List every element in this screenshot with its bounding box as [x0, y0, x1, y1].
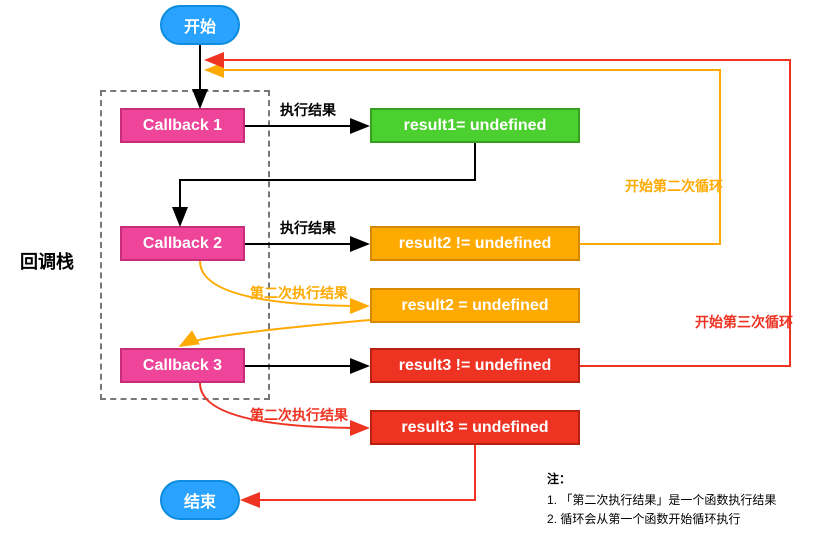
loop2-label: 开始第二次循环 [625, 176, 723, 196]
stack-label: 回调栈 [20, 248, 74, 274]
result-2a: result2 != undefined [370, 226, 580, 261]
result-1: result1= undefined [370, 108, 580, 143]
note-1: 1. 「第二次执行结果」是一个函数执行结果 [547, 491, 776, 510]
callback-3: Callback 3 [120, 348, 245, 383]
result-3b: result3 = undefined [370, 410, 580, 445]
diagram-canvas: 回调栈 开始 结束 Callback 1 Callback 2 Callback… [0, 0, 826, 538]
second-exec-a: 第二次执行结果 [250, 283, 348, 303]
note-2: 2. 循环会从第一个函数开始循环执行 [547, 510, 776, 529]
r2b-text: result2 = undefined [401, 297, 548, 315]
result-2b: result2 = undefined [370, 288, 580, 323]
r3a-text: result3 != undefined [399, 357, 551, 375]
callback-1: Callback 1 [120, 108, 245, 143]
end-node: 结束 [160, 480, 240, 520]
cb2-text: Callback 2 [143, 235, 222, 253]
notes-title: 注： [547, 470, 776, 489]
cb1-text: Callback 1 [143, 117, 222, 135]
exec-label-2: 执行结果 [280, 218, 336, 238]
callback-2: Callback 2 [120, 226, 245, 261]
loop3-label: 开始第三次循环 [695, 312, 793, 332]
start-node: 开始 [160, 5, 240, 45]
result-3a: result3 != undefined [370, 348, 580, 383]
r1-text: result1= undefined [404, 117, 547, 135]
notes-block: 注： 1. 「第二次执行结果」是一个函数执行结果 2. 循环会从第一个函数开始循… [547, 470, 776, 530]
end-text: 结束 [184, 488, 216, 512]
second-exec-b: 第二次执行结果 [250, 405, 348, 425]
start-text: 开始 [184, 13, 216, 37]
r3b-text: result3 = undefined [401, 419, 548, 437]
r2a-text: result2 != undefined [399, 235, 551, 253]
exec-label-1: 执行结果 [280, 100, 336, 120]
cb3-text: Callback 3 [143, 357, 222, 375]
